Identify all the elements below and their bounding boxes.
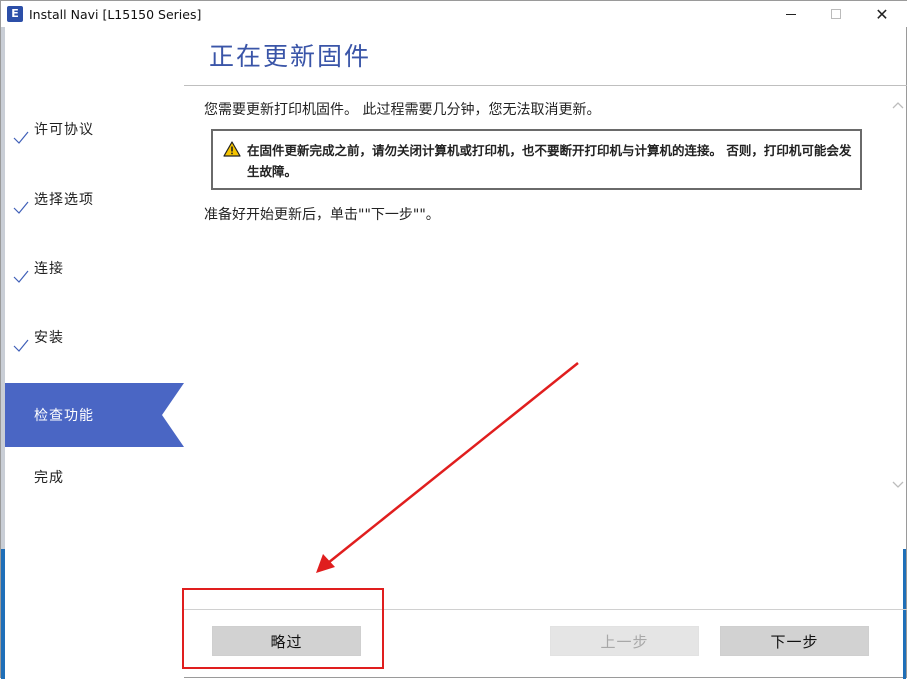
sidebar-item-label: 安装: [34, 330, 64, 346]
sidebar-item-label: 完成: [34, 470, 64, 486]
desktop-background-strip: [903, 549, 906, 679]
warning-box: 在固件更新完成之前，请勿关闭计算机或打印机，也不要断开打印机与计算机的连接。 否…: [211, 129, 862, 190]
sidebar-item-options: 选择选项: [5, 167, 184, 231]
sidebar-item-install: 安装: [5, 305, 184, 369]
maximize-icon: [831, 9, 841, 19]
checkmark-icon: [13, 131, 29, 144]
back-button[interactable]: 上一步: [550, 626, 699, 656]
chevron-up-icon: [892, 102, 904, 109]
content-scrollbar[interactable]: [890, 87, 906, 505]
window-title: Install Navi [L15150 Series]: [29, 6, 202, 22]
sidebar-item-label: 检查功能: [34, 408, 94, 424]
annotation-highlight-box: [182, 588, 384, 669]
scroll-up-button[interactable]: [890, 95, 906, 115]
title-bar: E Install Navi [L15150 Series] ✕: [1, 1, 907, 27]
maximize-button[interactable]: [813, 1, 859, 27]
minimize-icon: [786, 13, 796, 15]
sidebar-item-connection: 连接: [5, 236, 184, 300]
step-sidebar: 许可协议 选择选项 连接 安装 检查功能 完成: [5, 27, 184, 679]
sidebar-item-label: 连接: [34, 261, 64, 277]
update-message: 您需要更新打印机固件。 此过程需要几分钟，您无法取消更新。: [204, 102, 601, 118]
scroll-down-button[interactable]: [890, 475, 906, 495]
minimize-button[interactable]: [768, 1, 814, 27]
checkmark-icon: [13, 339, 29, 352]
checkmark-icon: [13, 270, 29, 283]
sidebar-item-label: 选择选项: [34, 192, 94, 208]
sidebar-item-license: 许可协议: [5, 97, 184, 161]
close-icon: ✕: [875, 4, 889, 24]
instruction-text: 准备好开始更新后，单击""下一步""。: [204, 207, 440, 223]
chevron-down-icon: [892, 481, 904, 488]
content-panel: 您需要更新打印机固件。 此过程需要几分钟，您无法取消更新。 在固件更新完成之前，…: [184, 87, 890, 505]
installer-window: E Install Navi [L15150 Series] ✕ 许可协议 选择…: [0, 0, 907, 679]
sidebar-item-check-functions: 检查功能: [5, 383, 184, 447]
app-icon: E: [7, 6, 23, 22]
warning-icon: [223, 141, 241, 157]
next-button[interactable]: 下一步: [720, 626, 869, 656]
checkmark-icon: [13, 201, 29, 214]
page-title: 正在更新固件: [209, 42, 372, 71]
warning-text: 在固件更新完成之前，请勿关闭计算机或打印机，也不要断开打印机与计算机的连接。 否…: [247, 143, 852, 179]
active-step-notch: [162, 383, 184, 447]
close-button[interactable]: ✕: [859, 1, 905, 27]
sidebar-item-finish: 完成: [5, 445, 184, 509]
header-divider: [184, 85, 907, 86]
sidebar-item-label: 许可协议: [34, 122, 94, 138]
